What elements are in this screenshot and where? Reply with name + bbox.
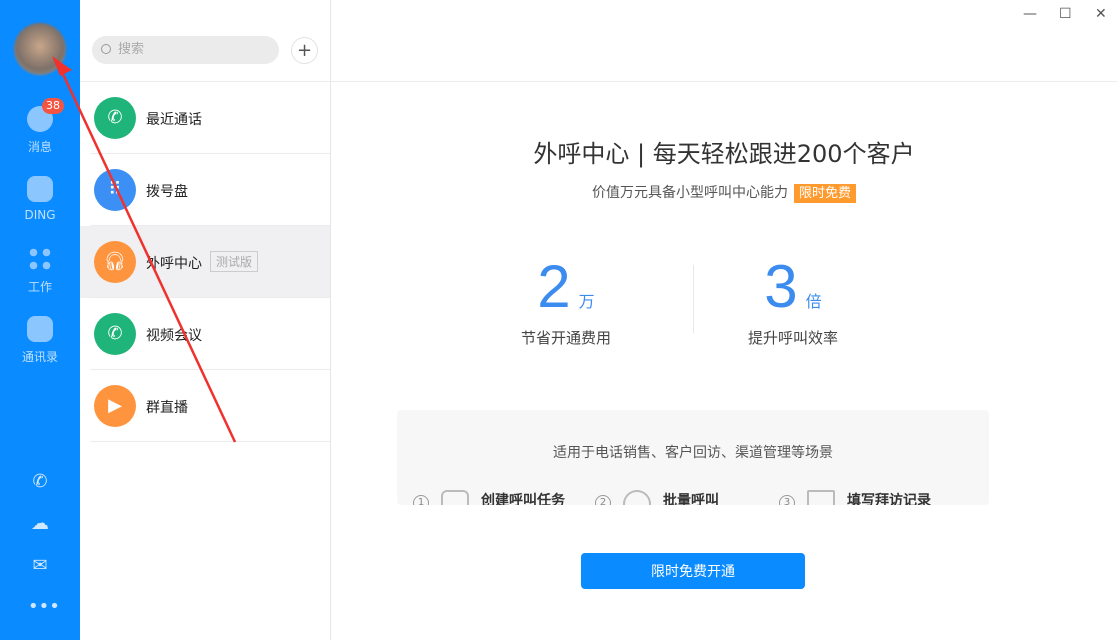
list-item-dialpad[interactable]: ⠿ 拨号盘 bbox=[80, 154, 330, 226]
stat-caption: 节省开通费用 bbox=[466, 327, 666, 348]
stat-unit: 倍 bbox=[806, 292, 822, 311]
list-item-video-meeting[interactable]: ✆ 视频会议 bbox=[80, 298, 330, 370]
label: 群直播 bbox=[146, 397, 188, 417]
step-number: 2 bbox=[595, 495, 611, 505]
recent-calls-icon: ✆ bbox=[94, 97, 136, 139]
step-label: 批量呼叫 bbox=[663, 493, 719, 505]
label: 最近通话 bbox=[146, 109, 202, 129]
label: 工作 bbox=[28, 280, 52, 294]
step-label: 填写拜访记录 bbox=[847, 493, 931, 505]
unread-badge: 38 bbox=[42, 98, 64, 114]
cloud-icon[interactable]: ☁ bbox=[28, 514, 52, 534]
search-placeholder: 搜索 bbox=[118, 42, 144, 57]
contacts-icon bbox=[27, 316, 53, 342]
subtitle-text: 价值万元具备小型呼叫中心能力 bbox=[592, 185, 788, 201]
step-label: 创建呼叫任务 bbox=[481, 493, 565, 505]
apps-icon bbox=[27, 246, 53, 272]
video-call-icon: ✆ bbox=[94, 313, 136, 355]
maximize-button[interactable]: ☐ bbox=[1059, 6, 1072, 22]
sidebar-item-contacts[interactable]: 通讯录 bbox=[0, 316, 80, 365]
step-1: 1 创建呼叫任务 bbox=[413, 490, 565, 505]
label: 消息 bbox=[28, 140, 52, 154]
tv-icon: ▶ bbox=[94, 385, 136, 427]
more-icon[interactable]: ••• bbox=[28, 597, 52, 617]
task-icon bbox=[441, 490, 469, 505]
main-panel: — ☐ ✕ 外呼中心 | 每天轻松跟进200个客户 价值万元具备小型呼叫中心能力… bbox=[331, 0, 1117, 640]
avatar[interactable] bbox=[14, 23, 66, 75]
label: 拨号盘 bbox=[146, 181, 188, 201]
sidebar: 消息 38 DING 工作 通讯录 ✆ ☁ ✉ ••• bbox=[0, 0, 80, 640]
list-item-live[interactable]: ▶ 群直播 bbox=[80, 370, 330, 442]
stat-cost: 2万节省开通费用 bbox=[466, 252, 666, 348]
stat-unit: 万 bbox=[579, 292, 595, 311]
call-menu-panel: 搜索 + ✆ 最近通话 ⠿ 拨号盘 🎧︎ 外呼中心测试版 ✆ 视频会议 ▶ 群直播 bbox=[80, 0, 331, 640]
scenario-box: 适用于电话销售、客户回访、渠道管理等场景 1 创建呼叫任务 2 批量呼叫 3 填写拜访… bbox=[397, 410, 989, 505]
ding-icon bbox=[27, 176, 53, 202]
sidebar-item-work[interactable]: 工作 bbox=[0, 246, 80, 295]
sidebar-item-ding[interactable]: DING bbox=[0, 176, 80, 222]
scenario-text: 适用于电话销售、客户回访、渠道管理等场景 bbox=[397, 442, 989, 462]
label: DING bbox=[24, 208, 55, 222]
minimize-button[interactable]: — bbox=[1023, 6, 1037, 22]
search-input[interactable]: 搜索 bbox=[92, 36, 279, 64]
label: 视频会议 bbox=[146, 325, 202, 345]
free-activate-button[interactable]: 限时免费开通 bbox=[581, 553, 805, 589]
phone-icon[interactable]: ✆ bbox=[28, 472, 52, 492]
step-number: 1 bbox=[413, 495, 429, 505]
list-item-recent-calls[interactable]: ✆ 最近通话 bbox=[80, 82, 330, 154]
step-number: 3 bbox=[779, 495, 795, 505]
beta-tag: 测试版 bbox=[210, 251, 258, 272]
mail-icon[interactable]: ✉ bbox=[28, 556, 52, 576]
page-title: 外呼中心 | 每天轻松跟进200个客户 bbox=[331, 134, 1117, 169]
step-2: 2 批量呼叫 bbox=[595, 490, 719, 505]
stat-efficiency: 3倍提升呼叫效率 bbox=[693, 252, 893, 348]
headset-icon: 🎧︎ bbox=[94, 241, 136, 283]
step-3: 3 填写拜访记录 bbox=[779, 490, 931, 505]
list-item-call-center[interactable]: 🎧︎ 外呼中心测试版 bbox=[80, 226, 330, 298]
add-button[interactable]: + bbox=[291, 37, 318, 64]
stat-caption: 提升呼叫效率 bbox=[693, 327, 893, 348]
label: 外呼中心 bbox=[146, 253, 202, 273]
search-icon bbox=[101, 44, 111, 54]
stat-value: 3 bbox=[764, 253, 797, 320]
stat-value: 2 bbox=[537, 253, 570, 320]
sidebar-item-messages[interactable]: 消息 bbox=[0, 106, 80, 155]
free-tag: 限时免费 bbox=[794, 184, 856, 203]
divider bbox=[331, 81, 1117, 82]
subtitle: 价值万元具备小型呼叫中心能力限时免费 bbox=[331, 182, 1117, 202]
close-button[interactable]: ✕ bbox=[1095, 6, 1107, 22]
headset-icon bbox=[623, 490, 651, 505]
label: 通讯录 bbox=[22, 350, 58, 364]
record-icon bbox=[807, 490, 835, 505]
dialpad-icon: ⠿ bbox=[94, 169, 136, 211]
